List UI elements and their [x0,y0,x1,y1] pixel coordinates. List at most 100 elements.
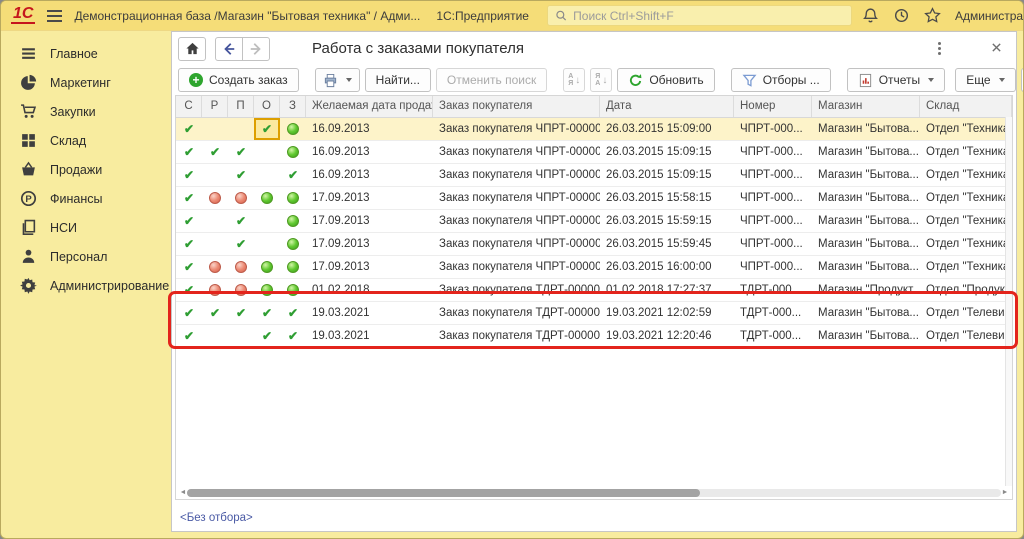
status-cell-s: ✔ [176,164,202,186]
refresh-button[interactable]: Обновить [617,68,714,92]
table-row[interactable]: ✔01.02.2018Заказ покупателя ТДРТ-000001.… [176,279,1012,302]
sort-ascending-button[interactable]: АЯ ↓ [563,68,585,92]
column-header[interactable]: О [254,96,280,117]
vertical-scrollbar[interactable] [1005,117,1012,486]
cell-order: Заказ покупателя ЧПРТ-00000... [433,210,600,232]
red-ball-icon [235,284,247,296]
table-row[interactable]: ✔✔✔✔✔19.03.2021Заказ покупателя ТДРТ-000… [176,302,1012,325]
more-button[interactable]: Еще [955,68,1015,92]
cell-wish-date: 17.09.2013 [306,187,433,209]
column-header[interactable]: Заказ покупателя [433,96,600,117]
current-user[interactable]: Администратор узла [955,9,1024,23]
cell-shop: Магазин "Бытова... [812,325,920,347]
create-order-button[interactable]: + Создать заказ [178,68,299,92]
notifications-bell-icon[interactable] [862,7,879,24]
table-row[interactable]: ✔✔16.09.2013Заказ покупателя ЧПРТ-00000.… [176,118,1012,141]
column-header[interactable]: Желаемая дата продажи [306,96,433,117]
green-check-icon: ✔ [288,330,298,342]
find-button[interactable]: Найти... [365,68,431,92]
scroll-right-arrow-icon[interactable]: ► [1001,489,1009,496]
cell-date: 01.02.2018 17:27:37 [600,279,734,301]
print-button[interactable] [315,68,360,92]
status-cell-z [280,118,306,140]
status-cell-o [254,141,280,163]
green-ball-icon [287,123,299,135]
sidebar-item-нси[interactable]: НСИ [1,213,171,242]
table-row[interactable]: ✔✔17.09.2013Заказ покупателя ЧПРТ-00000.… [176,233,1012,256]
status-cell-o [254,256,280,278]
history-icon[interactable] [893,7,910,24]
column-header[interactable]: З [280,96,306,117]
search-input[interactable] [573,9,844,23]
cancel-search-button[interactable]: Отменить поиск [436,68,547,92]
hamburger-menu-icon[interactable] [45,8,64,24]
cell-order: Заказ покупателя ТДРТ-000001... [433,302,600,324]
status-cell-s: ✔ [176,210,202,232]
favorites-star-icon[interactable] [924,7,941,24]
kebab-menu-icon[interactable] [934,40,945,57]
cell-wish-date: 17.09.2013 [306,210,433,232]
sidebar-item-склад[interactable]: Склад [1,126,171,155]
status-cell-p: ✔ [228,302,254,324]
cell-warehouse: Отдел "Техника д [920,118,1012,140]
sidebar-item-маркетинг[interactable]: Маркетинг [1,68,171,97]
sidebar-item-администрирование[interactable]: Администрирование [1,271,171,300]
help-button[interactable]: ? [1021,68,1024,92]
back-button[interactable] [215,37,243,61]
filters-button[interactable]: Отборы ... [731,68,831,92]
sidebar-item-закупки[interactable]: Закупки [1,97,171,126]
sidebar-item-финансы[interactable]: Р Финансы [1,184,171,213]
arrow-down-icon: ↓ [575,75,580,86]
forward-button[interactable] [242,37,270,61]
sidebar-item-продажи[interactable]: Продажи [1,155,171,184]
cell-shop: Магазин "Бытова... [812,118,920,140]
column-header[interactable]: Склад [920,96,1012,117]
cell-warehouse: Отдел "Техника д [920,164,1012,186]
app-window: 1С Демонстрационная база /Магазин "Бытов… [0,0,1024,539]
column-header[interactable]: Магазин [812,96,920,117]
sidebar-item-главное[interactable]: Главное [1,39,171,68]
status-cell-o [254,187,280,209]
column-header[interactable]: Р [202,96,228,117]
horizontal-scrollbar-thumb[interactable] [187,489,700,497]
green-check-icon: ✔ [184,146,194,158]
green-check-icon: ✔ [184,215,194,227]
cell-wish-date: 16.09.2013 [306,118,433,140]
cell-wish-date: 17.09.2013 [306,233,433,255]
column-header[interactable]: П [228,96,254,117]
close-panel-icon[interactable] [991,41,1002,56]
reports-button[interactable]: Отчеты [847,68,945,92]
cell-order: Заказ покупателя ЧПРТ-00000... [433,118,600,140]
table-row[interactable]: ✔✔17.09.2013Заказ покупателя ЧПРТ-00000.… [176,210,1012,233]
status-cell-s: ✔ [176,141,202,163]
cell-wish-date: 19.03.2021 [306,325,433,347]
horizontal-scrollbar-track[interactable] [187,489,1001,497]
table-row[interactable]: ✔17.09.2013Заказ покупателя ЧПРТ-00000..… [176,256,1012,279]
table-row[interactable]: ✔17.09.2013Заказ покупателя ЧПРТ-00000..… [176,187,1012,210]
global-search-box[interactable] [547,5,852,26]
table-row[interactable]: ✔✔✔16.09.2013Заказ покупателя ЧПРТ-00000… [176,164,1012,187]
green-check-icon: ✔ [236,307,246,319]
status-cell-r [202,118,228,140]
column-header[interactable]: Номер [734,96,812,117]
sort-descending-button[interactable]: ЯА ↓ [590,68,612,92]
sidebar-item-персонал[interactable]: Персонал [1,242,171,271]
cell-warehouse: Отдел "Техника д [920,187,1012,209]
main-panel: Работа с заказами покупателя + Создать з… [171,31,1017,532]
books-icon [20,219,37,236]
table-row[interactable]: ✔✔✔19.03.2021Заказ покупателя ТДРТ-00000… [176,325,1012,348]
table-row[interactable]: ✔✔✔16.09.2013Заказ покупателя ЧПРТ-00000… [176,141,1012,164]
cell-order: Заказ покупателя ЧПРТ-00000... [433,187,600,209]
green-check-icon: ✔ [236,238,246,250]
column-header[interactable]: Дата [600,96,734,117]
status-cell-r [202,164,228,186]
status-cell-s: ✔ [176,233,202,255]
column-header[interactable]: С [176,96,202,117]
scroll-left-arrow-icon[interactable]: ◄ [179,489,187,496]
app-name: 1С:Предприятие [436,9,529,23]
filter-status-link[interactable]: <Без отбора> [180,512,253,524]
status-cell-r: ✔ [202,302,228,324]
home-button[interactable] [178,37,206,61]
status-cell-o [254,164,280,186]
green-ball-icon [287,238,299,250]
